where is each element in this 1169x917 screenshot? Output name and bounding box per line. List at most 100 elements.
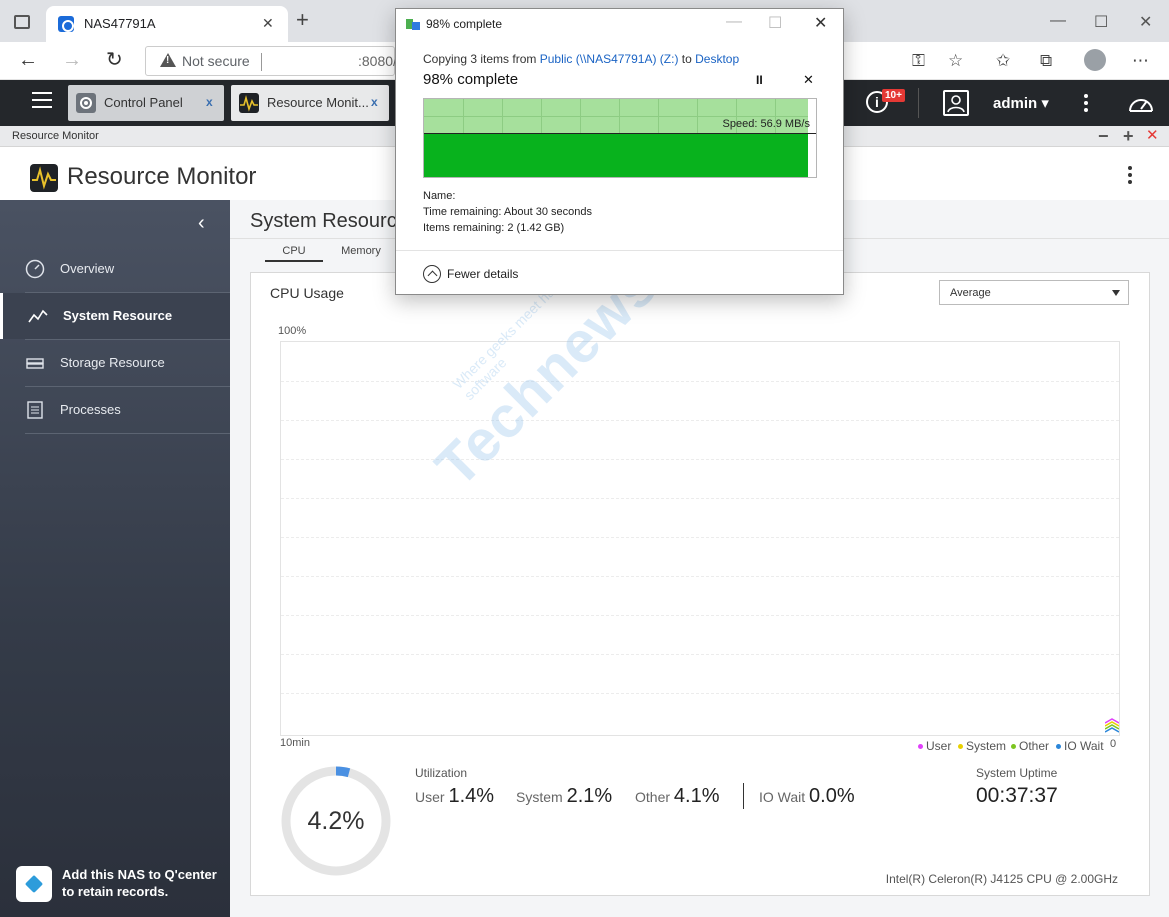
- legend-dot: [1056, 744, 1061, 750]
- more-menu-icon[interactable]: ⋯: [1132, 52, 1149, 69]
- graph-gridline: [424, 116, 808, 117]
- more-options-icon[interactable]: [1084, 94, 1088, 112]
- items-remaining: Items remaining: 2 (1.42 GB): [423, 222, 565, 234]
- profile-avatar[interactable]: [1084, 49, 1106, 71]
- app-menu-icon[interactable]: [1128, 166, 1132, 187]
- window-minimize-button[interactable]: −: [1098, 126, 1109, 146]
- back-icon[interactable]: ←: [18, 50, 38, 70]
- transfer-speed-graph: Speed: 56.9 MB/s: [423, 98, 817, 178]
- graph-gridline: [463, 99, 464, 133]
- utilization-label: Utilization: [415, 766, 468, 780]
- tab-close-icon[interactable]: x: [206, 95, 213, 109]
- tab-control-panel[interactable]: Control Panel x: [68, 85, 224, 121]
- legend-system: System: [958, 739, 1006, 753]
- dialog-maximize-button[interactable]: ☐: [768, 13, 782, 33]
- window-title: Resource Monitor: [12, 130, 99, 142]
- dialog-minimize-button[interactable]: —: [726, 13, 742, 31]
- time-remaining: Time remaining: About 30 seconds: [423, 206, 592, 218]
- warning-icon: [160, 53, 176, 67]
- metric-label: IO Wait: [759, 789, 806, 805]
- destination-link[interactable]: Desktop: [695, 52, 739, 66]
- new-tab-button[interactable]: +: [296, 9, 309, 31]
- url-bar[interactable]: Not secure :8080/: [145, 46, 397, 76]
- storage-icon: [25, 353, 45, 373]
- sidebar-item-processes[interactable]: Processes: [0, 387, 230, 433]
- qcenter-icon[interactable]: [16, 866, 52, 902]
- resource-monitor-icon: [239, 93, 259, 113]
- chevron-up-icon[interactable]: [423, 265, 441, 283]
- window-minimize-button[interactable]: —: [1050, 12, 1066, 30]
- graph-gridline: [502, 99, 503, 133]
- not-secure-label[interactable]: Not secure: [182, 53, 250, 69]
- url-text[interactable]: :8080/: [358, 53, 397, 69]
- favorite-add-icon[interactable]: ☆: [948, 52, 963, 69]
- fewer-details-button[interactable]: Fewer details: [447, 267, 518, 281]
- stacked-series-icon: [1105, 718, 1119, 733]
- sidebar-item-system-resource[interactable]: System Resource: [0, 293, 230, 339]
- tab-label: Control Panel: [104, 95, 183, 110]
- username-dropdown[interactable]: admin ▾: [993, 94, 1049, 112]
- tab-resource-monitor[interactable]: Resource Monit... x: [231, 85, 389, 121]
- graph-gridline: [619, 99, 620, 133]
- legend-user: User: [918, 739, 951, 753]
- favorites-icon[interactable]: ✩: [996, 52, 1010, 69]
- browser-tab[interactable]: NAS47791A ✕: [46, 6, 288, 42]
- sidebar-item-storage-resource[interactable]: Storage Resource: [0, 340, 230, 386]
- x-axis-label: 10min: [280, 737, 310, 749]
- key-icon[interactable]: ⚿: [912, 52, 925, 69]
- dialog-title: 98% complete: [426, 17, 503, 31]
- tab-cpu[interactable]: CPU: [265, 245, 323, 262]
- gauge-icon: [25, 259, 45, 279]
- tab-label: Resource Monit...: [267, 95, 369, 110]
- gridline: [281, 576, 1119, 577]
- dashboard-gauge-icon[interactable]: [1127, 91, 1155, 120]
- card-title: CPU Usage: [270, 285, 344, 301]
- gridline: [281, 654, 1119, 655]
- legend-label: IO Wait: [1064, 739, 1104, 753]
- main-menu-icon[interactable]: [32, 92, 52, 112]
- window-close-button[interactable]: ✕: [1139, 12, 1152, 32]
- user-icon[interactable]: [943, 90, 969, 116]
- copy-to: to: [678, 52, 696, 66]
- tab-actions-icon[interactable]: [14, 15, 30, 29]
- reload-icon[interactable]: ↻: [106, 50, 123, 70]
- sidebar-item-overview[interactable]: Overview: [0, 246, 230, 292]
- sidebar-item-label: Overview: [60, 261, 115, 276]
- dialog-close-button[interactable]: ✕: [814, 13, 827, 33]
- main-content: System Resource CPU Memory CPU Usage Ave…: [230, 200, 1169, 917]
- notification-badge: 10+: [882, 89, 905, 102]
- aggregation-select[interactable]: Average: [939, 280, 1129, 305]
- gridline: [281, 381, 1119, 382]
- pause-button[interactable]: II: [756, 73, 763, 87]
- divider: [743, 783, 744, 809]
- metric-label: System: [516, 789, 563, 805]
- collapse-sidebar-icon[interactable]: ‹: [198, 212, 205, 235]
- graph-gridline: [658, 99, 659, 133]
- metric-value: 2.1%: [566, 785, 613, 807]
- metric-value: 4.1%: [673, 785, 720, 807]
- qcenter-promo[interactable]: Add this NAS to Q'center to retain recor…: [62, 866, 222, 900]
- graph-gridline: [580, 99, 581, 133]
- dialog-footer: Fewer details: [396, 250, 843, 294]
- window-maximize-button[interactable]: +: [1123, 126, 1134, 146]
- source-link[interactable]: Public (\\NAS47791A) (Z:): [540, 52, 679, 66]
- metric-label: User: [415, 789, 445, 805]
- graph-gridline: [697, 99, 698, 133]
- gridline: [281, 498, 1119, 499]
- copy-prefix: Copying 3 items from: [423, 52, 540, 66]
- progress-label: 98% complete: [423, 71, 519, 88]
- qnap-favicon-icon: [58, 16, 74, 32]
- window-maximize-button[interactable]: ☐: [1094, 12, 1108, 32]
- speed-line: [424, 133, 816, 134]
- legend-io-wait: IO Wait: [1056, 739, 1104, 753]
- tab-memory[interactable]: Memory: [335, 245, 387, 257]
- collections-icon[interactable]: ⧉: [1040, 52, 1052, 69]
- legend-dot: [1011, 744, 1016, 750]
- tab-close-icon[interactable]: ✕: [262, 15, 274, 32]
- gridline: [281, 537, 1119, 538]
- legend-other: Other: [1011, 739, 1049, 753]
- cancel-button[interactable]: ✕: [803, 72, 814, 88]
- window-close-button[interactable]: ✕: [1146, 126, 1159, 146]
- forward-icon[interactable]: →: [62, 50, 82, 70]
- tab-close-icon[interactable]: x: [371, 95, 378, 109]
